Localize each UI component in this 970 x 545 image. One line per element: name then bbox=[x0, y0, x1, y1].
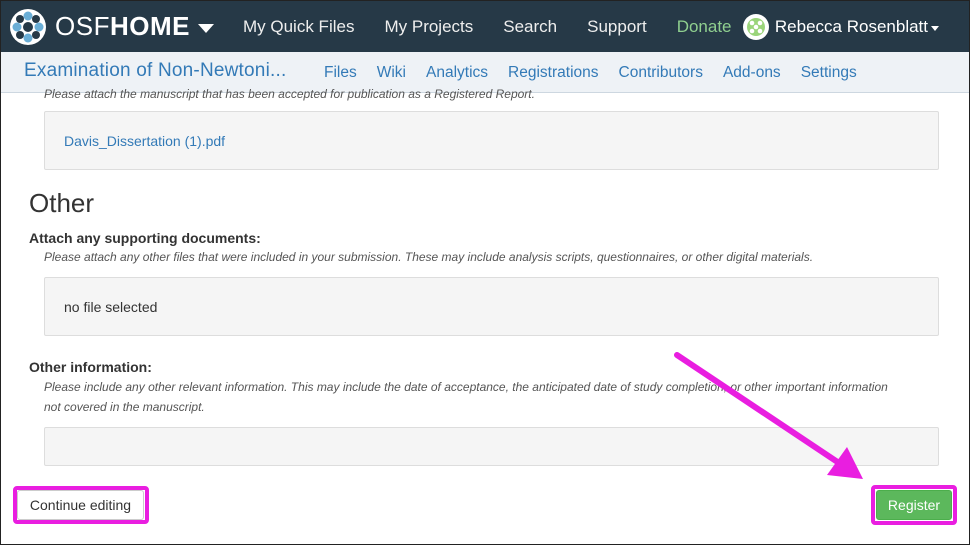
user-name: Rebecca Rosenblatt bbox=[774, 16, 928, 36]
project-tabs: Files Wiki Analytics Registrations Contr… bbox=[324, 64, 877, 82]
section-title-other: Other bbox=[29, 188, 95, 218]
osf-logo-icon bbox=[10, 8, 46, 45]
osf-home-brand[interactable]: OSFHOME bbox=[1, 1, 214, 52]
registration-form: Please attach the manuscript that has be… bbox=[1, 87, 969, 544]
register-button[interactable]: Register bbox=[876, 490, 952, 520]
nav-my-projects[interactable]: My Projects bbox=[384, 17, 473, 37]
brand-text: OSFHOME bbox=[55, 11, 190, 42]
brand-suffix: HOME bbox=[109, 11, 190, 41]
brand-prefix: OSF bbox=[55, 11, 110, 41]
supporting-docs-help: Please attach any other files that were … bbox=[44, 250, 814, 264]
other-info-label: Other information: bbox=[29, 359, 152, 375]
screenshot-frame: OSFHOME My Quick Files My Projects Searc… bbox=[0, 0, 970, 545]
avatar-pattern-icon bbox=[746, 17, 765, 36]
manuscript-file-link[interactable]: Davis_Dissertation (1).pdf bbox=[64, 133, 225, 149]
manuscript-help-text: Please attach the manuscript that has be… bbox=[44, 87, 535, 101]
continue-editing-button[interactable]: Continue editing bbox=[17, 490, 144, 520]
nav-donate[interactable]: Donate bbox=[677, 17, 732, 37]
supporting-docs-box[interactable]: no file selected bbox=[44, 277, 939, 336]
avatar-icon bbox=[742, 13, 769, 40]
supporting-docs-label: Attach any supporting documents: bbox=[29, 230, 261, 246]
nav-search[interactable]: Search bbox=[503, 17, 557, 37]
caret-down-icon bbox=[931, 25, 939, 31]
main-nav-links: My Quick Files My Projects Search Suppor… bbox=[243, 1, 762, 52]
other-info-help: Please include any other relevant inform… bbox=[44, 380, 888, 414]
manuscript-file-box: Davis_Dissertation (1).pdf bbox=[44, 111, 939, 170]
tab-registrations[interactable]: Registrations bbox=[508, 64, 598, 82]
tab-analytics[interactable]: Analytics bbox=[426, 64, 488, 82]
project-title[interactable]: Examination of Non-Newtoni... bbox=[24, 60, 286, 82]
supporting-docs-value: no file selected bbox=[64, 299, 158, 315]
nav-support[interactable]: Support bbox=[587, 17, 647, 37]
tab-contributors[interactable]: Contributors bbox=[619, 64, 703, 82]
tab-settings[interactable]: Settings bbox=[801, 64, 857, 82]
chevron-down-icon[interactable] bbox=[197, 24, 214, 33]
tab-wiki[interactable]: Wiki bbox=[377, 64, 406, 82]
tab-addons[interactable]: Add-ons bbox=[723, 64, 781, 82]
other-info-field[interactable] bbox=[44, 427, 939, 466]
tab-files[interactable]: Files bbox=[324, 64, 357, 82]
nav-my-quick-files[interactable]: My Quick Files bbox=[243, 17, 354, 37]
user-menu[interactable]: Rebecca Rosenblatt bbox=[742, 1, 939, 52]
top-navbar: OSFHOME My Quick Files My Projects Searc… bbox=[1, 1, 969, 52]
